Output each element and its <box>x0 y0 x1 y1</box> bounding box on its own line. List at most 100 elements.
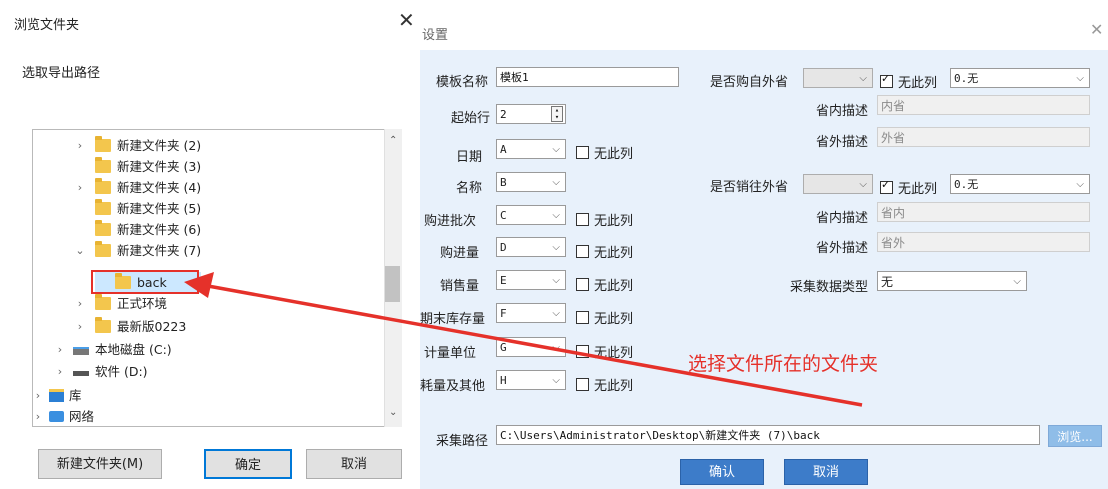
checkbox-label: 无此列 <box>898 76 938 91</box>
checkbox-box[interactable] <box>576 345 589 358</box>
column-select-value: C <box>500 209 507 222</box>
sell-outside-value-select[interactable]: 0.无 ⌵ <box>950 174 1090 194</box>
outer-desc-input[interactable]: 外省 <box>877 127 1090 147</box>
checkbox-box[interactable] <box>576 311 589 324</box>
confirm-button[interactable]: 确认 <box>680 459 764 485</box>
browse-folder-dialog: 浏览文件夹 ✕ 选取导出路径 › 新建文件夹 (2) 新建文件夹 (3) › 新… <box>0 0 420 489</box>
select-value: 无 <box>881 275 894 289</box>
template-name-input[interactable]: 模板1 <box>496 67 679 87</box>
tree-item[interactable]: ⌄ 新建文件夹 (7) <box>33 240 383 261</box>
collect-path-label: 采集路径 <box>436 434 489 449</box>
tree-item[interactable]: › 最新版0223 <box>33 316 383 337</box>
outer-desc-label: 省外描述 <box>816 135 869 150</box>
spinner-arrows-icon[interactable]: ▴ ▾ <box>551 106 563 122</box>
checkbox-label: 无此列 <box>594 279 634 294</box>
drive-icon <box>73 347 89 355</box>
column-select[interactable]: B ⌵ <box>496 172 566 192</box>
collect-path-input[interactable]: C:\Users\Administrator\Desktop\新建文件夹 (7)… <box>496 425 1040 445</box>
chevron-right-icon[interactable]: › <box>75 177 85 198</box>
column-select[interactable]: C ⌵ <box>496 205 566 225</box>
tree-item[interactable]: › 正式环境 <box>33 293 383 314</box>
chevron-down-icon: ⌵ <box>1076 179 1084 190</box>
chevron-right-icon[interactable]: › <box>33 385 43 406</box>
scroll-up-icon[interactable]: ⌃ <box>389 135 397 146</box>
column-select-value: H <box>500 374 507 387</box>
buy-outside-select[interactable]: ⌵ <box>803 68 873 88</box>
column-select[interactable]: F ⌵ <box>496 303 566 323</box>
sell-outside-select[interactable]: ⌵ <box>803 174 873 194</box>
chevron-down-icon: ⌵ <box>552 375 560 386</box>
scrollbar-thumb[interactable] <box>385 266 400 302</box>
new-folder-button[interactable]: 新建文件夹(M) <box>38 449 162 479</box>
chevron-down-icon: ⌵ <box>552 342 560 353</box>
inner-desc-input[interactable]: 内省 <box>877 95 1090 115</box>
close-icon[interactable]: ✕ <box>1090 20 1103 39</box>
ok-button[interactable]: 确定 <box>204 449 292 479</box>
sell-outside-label: 是否销往外省 <box>710 180 789 195</box>
no-column-checkbox[interactable]: 无此列 <box>576 308 633 327</box>
select-value: 0.无 <box>954 72 979 85</box>
collect-type-select[interactable]: 无 ⌵ <box>877 271 1027 291</box>
checkbox-box[interactable] <box>576 378 589 391</box>
column-select[interactable]: E ⌵ <box>496 270 566 290</box>
tree-item[interactable]: › 库 <box>33 385 383 406</box>
column-select[interactable]: H ⌵ <box>496 370 566 390</box>
outer-desc-input[interactable]: 省外 <box>877 232 1090 252</box>
inner-desc-label: 省内描述 <box>816 211 869 226</box>
close-icon[interactable]: ✕ <box>398 8 415 32</box>
column-select-value: A <box>500 143 507 156</box>
sell-outside-no-column-checkbox[interactable]: 无此列 <box>880 178 937 197</box>
checkbox-box[interactable] <box>576 213 589 226</box>
browse-button[interactable]: 浏览... <box>1048 425 1102 447</box>
checkbox-label: 无此列 <box>594 147 634 162</box>
tree-item[interactable]: › 网络 <box>33 406 383 426</box>
no-column-checkbox[interactable]: 无此列 <box>576 242 633 261</box>
buy-outside-no-column-checkbox[interactable]: 无此列 <box>880 72 937 91</box>
checkbox-box[interactable] <box>576 245 589 258</box>
folder-icon <box>95 241 111 257</box>
chevron-right-icon[interactable]: › <box>55 361 65 382</box>
tree-item-label: 新建文件夹 (7) <box>117 243 202 258</box>
start-row-spinner[interactable]: 2 ▴ ▾ <box>496 104 566 124</box>
inner-desc-input[interactable]: 省内 <box>877 202 1090 222</box>
no-column-checkbox[interactable]: 无此列 <box>576 210 633 229</box>
tree-item[interactable]: › 新建文件夹 (4) <box>33 177 383 198</box>
checkbox-box[interactable] <box>880 178 893 194</box>
chevron-down-icon[interactable]: ⌄ <box>75 240 85 261</box>
column-select[interactable]: A ⌵ <box>496 139 566 159</box>
field-label: 耗量及其他 <box>420 379 486 394</box>
chevron-right-icon[interactable]: › <box>33 406 43 426</box>
checkbox-box[interactable] <box>576 278 589 291</box>
column-select-value: D <box>500 241 507 254</box>
checkbox-box[interactable] <box>576 146 589 159</box>
checkbox-box[interactable] <box>880 72 893 88</box>
chevron-right-icon[interactable]: › <box>75 135 85 156</box>
column-select[interactable]: D ⌵ <box>496 237 566 257</box>
folder-tree: › 新建文件夹 (2) 新建文件夹 (3) › 新建文件夹 (4) 新建文件夹 … <box>32 129 402 427</box>
tree-item[interactable]: 新建文件夹 (5) <box>33 198 383 219</box>
tree-item[interactable]: 新建文件夹 (3) <box>33 156 383 177</box>
chevron-right-icon[interactable]: › <box>75 293 85 314</box>
column-select-value: G <box>500 341 507 354</box>
tree-item-label: 最新版0223 <box>117 319 187 334</box>
cancel-button[interactable]: 取消 <box>306 449 402 479</box>
column-select[interactable]: G ⌵ <box>496 337 566 357</box>
chevron-right-icon[interactable]: › <box>55 339 65 360</box>
chevron-right-icon[interactable]: › <box>75 316 85 337</box>
no-column-checkbox[interactable]: 无此列 <box>576 143 633 162</box>
tree-item[interactable]: › 本地磁盘 (C:) <box>33 339 383 360</box>
tree-item[interactable]: › 新建文件夹 (2) <box>33 135 383 156</box>
template-name-label: 模板名称 <box>436 75 489 90</box>
no-column-checkbox[interactable]: 无此列 <box>576 275 633 294</box>
tree-item[interactable]: 新建文件夹 (6) <box>33 219 383 240</box>
checkbox-label: 无此列 <box>594 214 634 229</box>
field-label: 销售量 <box>440 279 480 294</box>
no-column-checkbox[interactable]: 无此列 <box>576 375 633 394</box>
no-column-checkbox[interactable]: 无此列 <box>576 342 633 361</box>
cancel-button[interactable]: 取消 <box>784 459 868 485</box>
tree-item[interactable]: › 软件 (D:) <box>33 361 383 382</box>
tree-item-label: 新建文件夹 (4) <box>117 180 202 195</box>
library-icon <box>49 389 64 402</box>
scroll-down-icon[interactable]: ⌄ <box>389 407 397 418</box>
buy-outside-value-select[interactable]: 0.无 ⌵ <box>950 68 1090 88</box>
